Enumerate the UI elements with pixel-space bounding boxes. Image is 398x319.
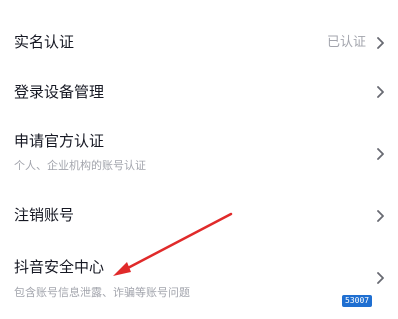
watermark-text: 53007	[342, 295, 373, 307]
watermark-logo: 53007	[342, 290, 373, 312]
annotation-arrow-icon	[113, 212, 233, 276]
